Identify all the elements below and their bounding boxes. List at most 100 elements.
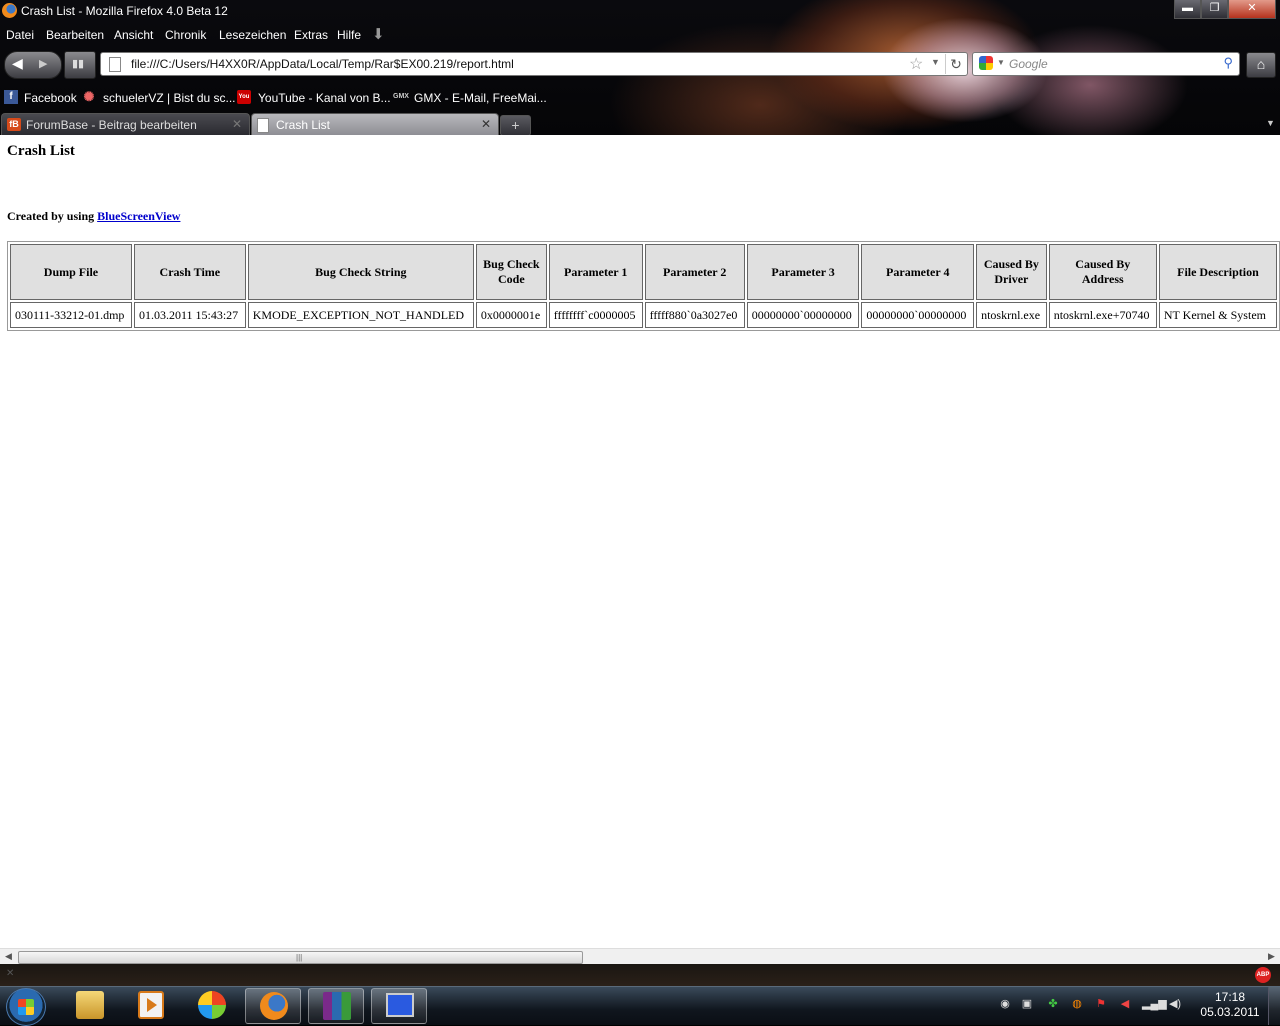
col-crash-time: Crash Time xyxy=(133,244,246,300)
col-bug-check-string: Bug Check String xyxy=(247,244,474,300)
url-dropdown-icon[interactable]: ▼ xyxy=(931,57,940,67)
taskbar-winrar[interactable] xyxy=(308,988,364,1024)
schuelervz-icon: ✺ xyxy=(83,89,95,104)
col-caused-by-address: Caused By Address xyxy=(1048,244,1157,300)
menu-lesezeichen[interactable]: Lesezeichen xyxy=(219,28,286,42)
download-arrow-icon[interactable]: ⬇ xyxy=(372,25,385,43)
close-addon-bar-icon[interactable]: ✕ xyxy=(6,968,14,979)
facebook-icon: f xyxy=(4,90,18,104)
volume-icon[interactable]: ◀) xyxy=(1168,997,1182,1011)
windows-media-icon xyxy=(198,991,226,1019)
window-title: Crash List - Mozilla Firefox 4.0 Beta 12 xyxy=(21,4,228,18)
col-caused-by-driver: Caused By Driver xyxy=(976,244,1047,300)
clock[interactable]: 17:18 05.03.2011 xyxy=(1196,990,1264,1020)
google-icon[interactable] xyxy=(979,56,993,70)
reload-icon[interactable]: ↻ xyxy=(945,54,966,74)
webcam-icon[interactable]: ◉ xyxy=(998,997,1012,1011)
tab-crash-list[interactable]: Crash List ✕ xyxy=(251,113,499,135)
grip-icon: ||| xyxy=(296,953,303,962)
bluescreenview-link[interactable]: BlueScreenView xyxy=(97,209,180,223)
cell-parameter-1: ffffffff`c0000005 xyxy=(548,302,643,328)
media-player-icon xyxy=(138,991,164,1019)
start-button[interactable] xyxy=(6,988,46,1026)
new-tab-button[interactable]: + xyxy=(500,115,531,135)
crash-table: Dump File Crash Time Bug Check String Bu… xyxy=(7,241,1280,331)
minimize-button[interactable]: ▬ xyxy=(1174,0,1201,19)
menu-bearbeiten[interactable]: Bearbeiten xyxy=(46,28,104,42)
menu-extras[interactable]: Extras xyxy=(294,28,328,42)
search-icon[interactable]: ⚲ xyxy=(1223,55,1233,71)
title-bar: Crash List - Mozilla Firefox 4.0 Beta 12… xyxy=(0,0,1280,22)
network-signal-icon[interactable]: ▂▄▆ xyxy=(1142,997,1167,1011)
search-bar[interactable]: ▼ Google ⚲ xyxy=(972,52,1240,76)
menu-hilfe[interactable]: Hilfe xyxy=(337,28,361,42)
col-bug-check-code: Bug Check Code xyxy=(475,244,547,300)
horizontal-scrollbar[interactable]: ◀ ||| ▶ xyxy=(0,948,1280,965)
page-content: Crash List Created by using BlueScreenVi… xyxy=(0,135,1280,948)
cell-parameter-2: fffff880`0a3027e0 xyxy=(644,302,745,328)
back-forward-button[interactable]: ◀ ▶ xyxy=(4,51,62,79)
page-icon xyxy=(257,118,269,133)
taskbar-explorer[interactable] xyxy=(62,988,116,1022)
winrar-icon xyxy=(323,992,351,1020)
avast-icon[interactable]: ◍ xyxy=(1070,997,1084,1011)
table-header-row: Dump File Crash Time Bug Check String Bu… xyxy=(10,244,1277,300)
bookmark-star-icon[interactable]: ☆ xyxy=(909,54,923,74)
firefox-icon[interactable] xyxy=(2,3,17,18)
created-by-line: Created by using BlueScreenView xyxy=(7,209,180,224)
taskbar-media-center[interactable] xyxy=(122,988,176,1022)
back-arrow-icon[interactable]: ◀ xyxy=(12,55,23,72)
forward-arrow-icon[interactable]: ▶ xyxy=(39,57,47,70)
menu-chronik[interactable]: Chronik xyxy=(165,28,206,42)
col-file-description: File Description xyxy=(1158,244,1277,300)
menu-ansicht[interactable]: Ansicht xyxy=(114,28,153,42)
youtube-icon: You xyxy=(237,90,251,104)
chart-icon: ▮▮ xyxy=(72,58,85,70)
col-dump-file: Dump File xyxy=(10,244,132,300)
windows-logo-icon xyxy=(18,999,34,1015)
scroll-left-icon[interactable]: ◀ xyxy=(5,951,12,962)
folder-icon xyxy=(76,991,104,1019)
tab-list-dropdown-icon[interactable]: ▼ xyxy=(1266,118,1275,128)
page-title: Crash List xyxy=(7,143,75,159)
action-center-flag-icon[interactable]: ⚑ xyxy=(1094,997,1108,1011)
speaker-muted-icon[interactable]: ◀ xyxy=(1118,997,1132,1011)
page-history-button[interactable]: ▮▮ xyxy=(64,51,96,79)
cell-parameter-3: 00000000`00000000 xyxy=(746,302,860,328)
cell-file-description: NT Kernel & System xyxy=(1158,302,1277,328)
url-text[interactable]: file:///C:/Users/H4XX0R/AppData/Local/Te… xyxy=(131,57,514,71)
menu-datei[interactable]: Datei xyxy=(6,28,34,42)
tab-close-icon[interactable]: ✕ xyxy=(481,117,491,131)
status-bar: ✕ ABP xyxy=(0,964,1280,986)
taskbar-windows-media-player[interactable] xyxy=(184,988,238,1022)
home-button[interactable]: ⌂ xyxy=(1246,52,1276,78)
maximize-button[interactable]: ❐ xyxy=(1201,0,1228,19)
taskbar-firefox[interactable] xyxy=(245,988,301,1024)
scrollbar-thumb[interactable]: ||| xyxy=(18,951,583,964)
tab-close-icon[interactable]: ✕ xyxy=(232,117,242,131)
cell-bug-check-code: 0x0000001e xyxy=(475,302,547,328)
cell-caused-by-address: ntoskrnl.exe+70740 xyxy=(1048,302,1157,328)
scroll-right-icon[interactable]: ▶ xyxy=(1268,951,1275,962)
created-by-text: Created by using xyxy=(7,209,95,223)
plus-icon: + xyxy=(511,117,520,133)
shield-icon[interactable]: ▣ xyxy=(1020,997,1034,1011)
adblock-plus-icon[interactable]: ABP xyxy=(1255,967,1271,983)
col-parameter-1: Parameter 1 xyxy=(548,244,643,300)
url-bar[interactable]: file:///C:/Users/H4XX0R/AppData/Local/Te… xyxy=(100,52,968,76)
clover-icon[interactable]: ✤ xyxy=(1046,997,1060,1011)
cell-caused-by-driver: ntoskrnl.exe xyxy=(976,302,1047,328)
forumbase-icon: fB xyxy=(7,118,21,131)
gmx-icon: GMX xyxy=(393,93,409,100)
browser-chrome: Crash List - Mozilla Firefox 4.0 Beta 12… xyxy=(0,0,1280,135)
cell-dump-file: 030111-33212-01.dmp xyxy=(10,302,132,328)
table-row: 030111-33212-01.dmp 01.03.2011 15:43:27 … xyxy=(10,302,1277,328)
col-parameter-4: Parameter 4 xyxy=(861,244,975,300)
search-engine-dropdown-icon[interactable]: ▼ xyxy=(997,58,1005,67)
tab-forumbase[interactable]: fB ForumBase - Beitrag bearbeiten ✕ xyxy=(1,113,250,135)
page-icon xyxy=(109,57,121,72)
search-input[interactable]: Google xyxy=(1009,57,1048,71)
show-desktop-button[interactable] xyxy=(1268,987,1280,1025)
taskbar-bluescreenview[interactable] xyxy=(371,988,427,1024)
close-button[interactable]: ✕ xyxy=(1228,0,1276,19)
